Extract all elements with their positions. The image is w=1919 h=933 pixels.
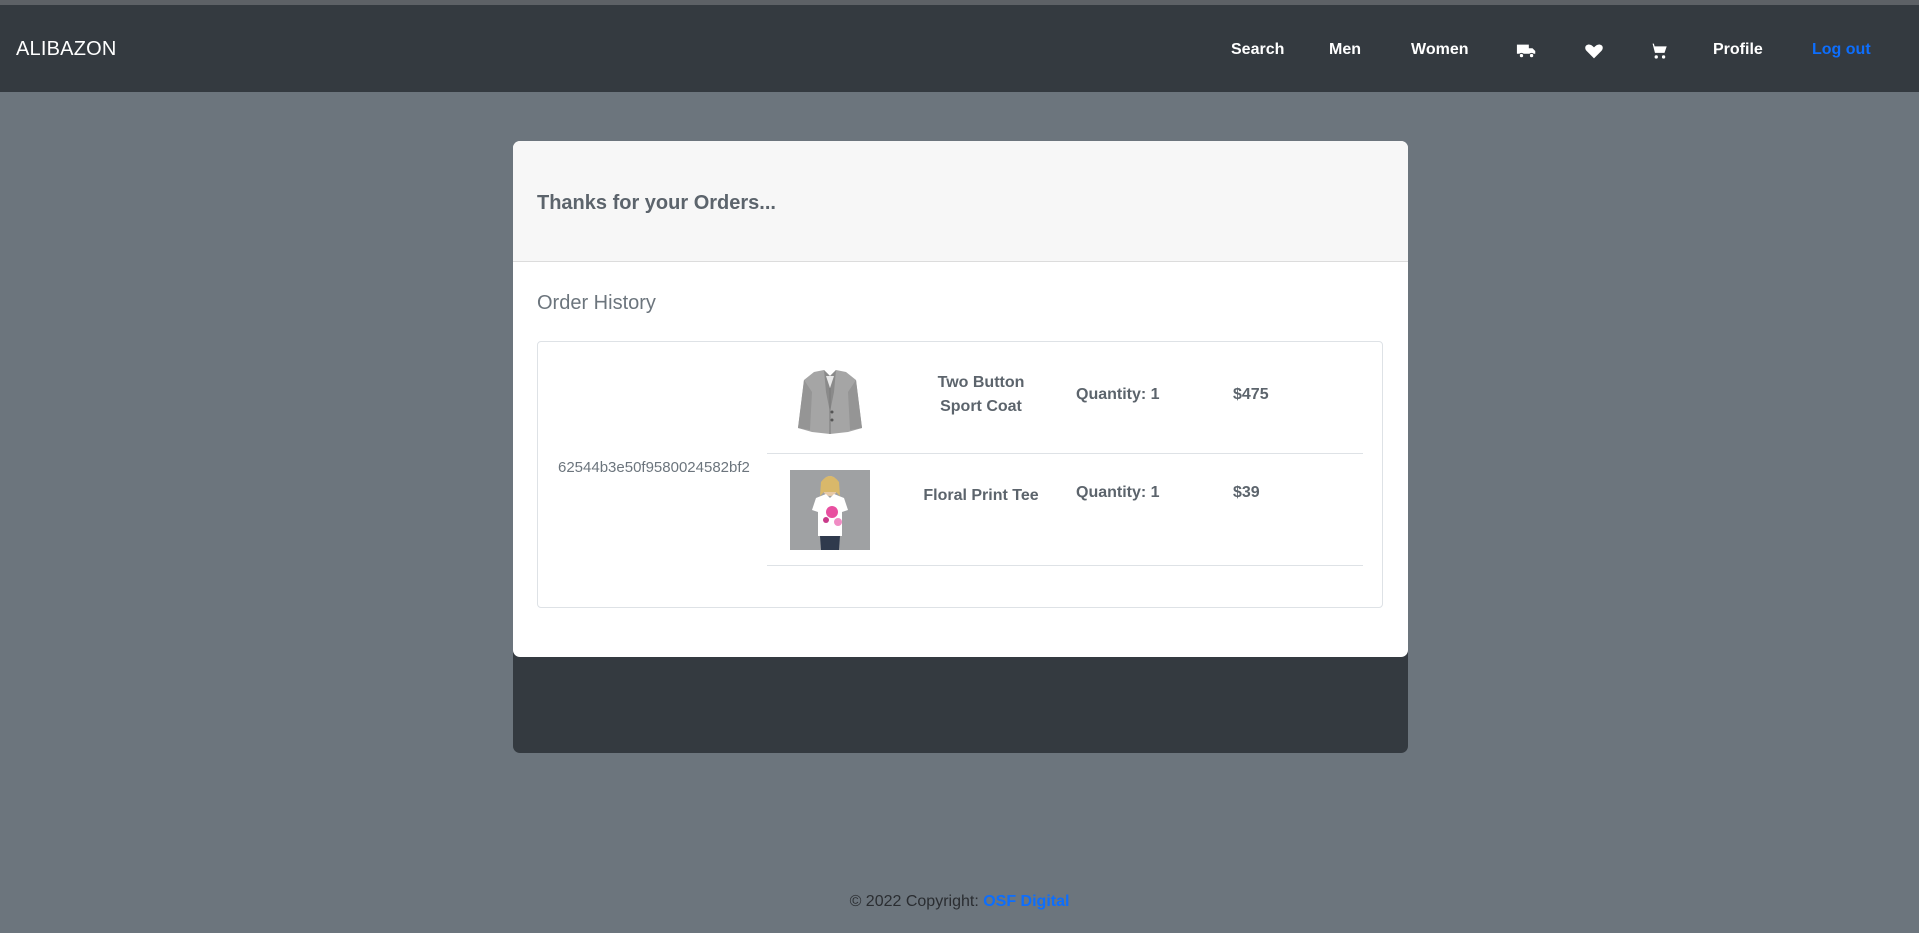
item-quantity: Quantity: 1	[1076, 386, 1160, 403]
order-entry: 62544b3e50f9580024582bf2 Two Button Spor…	[537, 341, 1383, 608]
cart-icon[interactable]	[1648, 40, 1670, 62]
order-item-row: Floral Print Tee Quantity: 1 $39	[767, 454, 1363, 566]
item-quantity: Quantity: 1	[1076, 484, 1160, 501]
heart-icon[interactable]	[1583, 40, 1605, 62]
truck-icon[interactable]	[1516, 40, 1538, 62]
order-id: 62544b3e50f9580024582bf2	[558, 459, 750, 476]
floral-tee-image	[790, 470, 870, 550]
nav-logout-link[interactable]: Log out	[1812, 41, 1871, 59]
item-price: $39	[1233, 484, 1260, 501]
order-item-row: Two Button Sport Coat Quantity: 1 $475	[767, 342, 1363, 454]
item-name: Two Button Sport Coat	[937, 374, 1025, 415]
nav-search-link[interactable]: Search	[1231, 41, 1284, 59]
osf-digital-link[interactable]: OSF Digital	[983, 893, 1069, 910]
sport-coat-image	[790, 362, 870, 442]
order-history-title: Order History	[537, 292, 656, 314]
nav-men-link[interactable]: Men	[1329, 41, 1361, 59]
nav-profile-link[interactable]: Profile	[1713, 41, 1763, 59]
brand-logo[interactable]: ALIBAZON	[16, 38, 117, 61]
nav-women-link[interactable]: Women	[1411, 41, 1468, 59]
card-header: Thanks for your Orders...	[513, 141, 1408, 262]
top-navbar: ALIBAZON Search Men Women Profile Log ou…	[0, 5, 1919, 92]
thanks-heading: Thanks for your Orders...	[537, 192, 776, 214]
orders-card: Thanks for your Orders... Order History …	[513, 141, 1408, 657]
item-price: $475	[1233, 386, 1269, 403]
page-footer: © 2022 Copyright: OSF Digital	[0, 893, 1919, 911]
item-name: Floral Print Tee	[923, 487, 1039, 504]
copyright-text: © 2022 Copyright:	[849, 893, 984, 910]
